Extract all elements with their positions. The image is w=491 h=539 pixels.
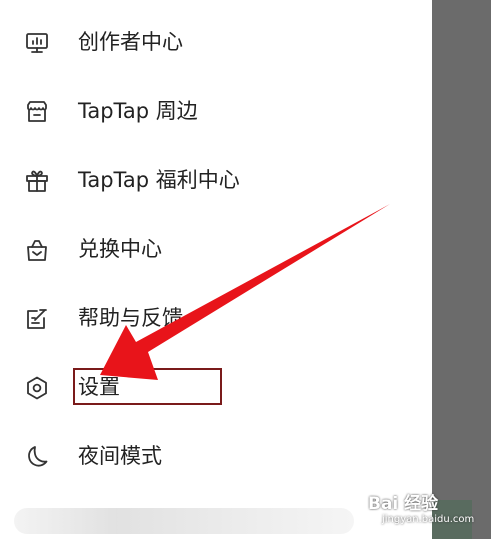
- gift-icon: [24, 168, 50, 194]
- menu-item-label: 夜间模式: [78, 444, 162, 468]
- drawer-scrim-overlay[interactable]: [432, 0, 491, 539]
- menu-item-label: TapTap 周边: [78, 99, 198, 123]
- menu-item-taptap-welfare-center[interactable]: TapTap 福利中心: [0, 155, 432, 205]
- moon-icon: [24, 444, 50, 470]
- menu-item-help-feedback[interactable]: 帮助与反馈: [0, 293, 432, 343]
- settings-hexagon-icon: [24, 375, 50, 401]
- blurred-footer: [14, 508, 354, 534]
- navigation-drawer: 创作者中心 TapTap 周边 TapTap 福利中心 兑换中心 帮助与反馈 设…: [0, 0, 432, 539]
- menu-item-creator-center[interactable]: 创作者中心: [0, 17, 432, 67]
- menu-item-night-mode[interactable]: 夜间模式: [0, 431, 432, 481]
- watermark-url: jingyan.baidu.com: [382, 514, 475, 525]
- menu-item-label: 兑换中心: [78, 237, 162, 261]
- store-icon: [24, 99, 50, 125]
- settings-highlight-box: [73, 368, 222, 405]
- menu-item-label: 帮助与反馈: [78, 306, 183, 330]
- redeem-bag-icon: [24, 237, 50, 263]
- menu-item-label: 创作者中心: [78, 30, 183, 54]
- screen: 创作者中心 TapTap 周边 TapTap 福利中心 兑换中心 帮助与反馈 设…: [0, 0, 491, 539]
- menu-item-label: TapTap 福利中心: [78, 168, 240, 192]
- menu-item-taptap-merch[interactable]: TapTap 周边: [0, 86, 432, 136]
- menu-item-redeem-center[interactable]: 兑换中心: [0, 224, 432, 274]
- monitor-chart-icon: [24, 30, 50, 56]
- edit-note-icon: [24, 306, 50, 332]
